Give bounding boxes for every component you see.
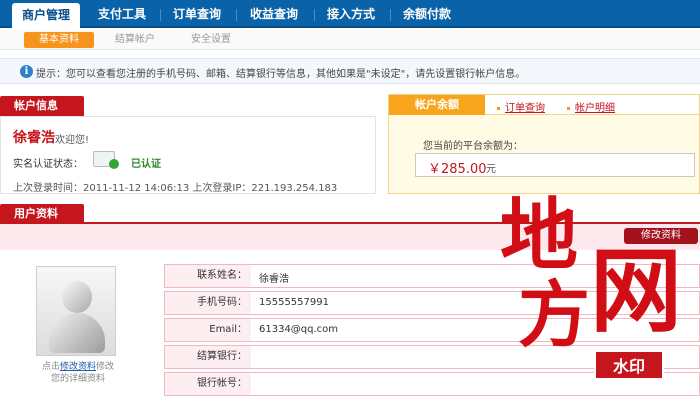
tab-merchant-management[interactable]: 商户管理 [12, 3, 80, 29]
user-name: 徐睿浩 [13, 130, 55, 146]
field-label: Email： [165, 319, 251, 341]
field-value: 15555557991 [259, 297, 329, 308]
field-label: 手机号码： [165, 292, 251, 314]
tab-order-query[interactable]: 订单查询 [162, 0, 232, 28]
avatar[interactable] [36, 266, 116, 356]
welcome-text: 欢迎您! [55, 135, 90, 146]
tip-text: 提示：您可以查看您注册的手机号码、邮箱、结算银行等信息，其他如果是"未设定"，请… [36, 69, 526, 80]
tab-access-method[interactable]: 接入方式 [316, 0, 386, 28]
field-value: 徐睿浩 [259, 274, 289, 285]
watermark-char-2: 网 [590, 237, 683, 345]
balance-label: 您当前的平台余额为： [423, 141, 523, 152]
nav-divider [160, 9, 161, 21]
user-profile-header: 用户资料 [0, 204, 84, 224]
tip-bar: i 提示：您可以查看您注册的手机号码、邮箱、结算银行等信息，其他如果是"未设定"… [0, 58, 700, 84]
nav-divider [390, 9, 391, 21]
subtab-settlement-account[interactable]: 结算帐户 [100, 32, 170, 48]
nav-divider [236, 9, 237, 21]
field-label: 银行帐号： [165, 373, 251, 395]
tab-income-query[interactable]: 收益查询 [238, 0, 310, 28]
last-login-info: 上次登录时间：2011-11-12 14:06:13 上次登录IP：221.19… [13, 183, 338, 194]
tab-balance-payment[interactable]: 余额付款 [392, 0, 462, 28]
account-info-panel: 徐睿浩 欢迎您! 实名认证状态： 已认证 上次登录时间：2011-11-12 1… [0, 116, 376, 194]
account-details-link[interactable]: 帐户明细 [567, 99, 615, 114]
avatar-caption: 点击修改资料修改 您的详细资料 [41, 362, 115, 384]
watermark-char-3: 方 [518, 272, 591, 357]
watermark-char-1: 地 [500, 190, 579, 281]
tab-account-balance[interactable]: 帐户余额 [389, 95, 485, 115]
order-query-link[interactable]: 订单查询 [497, 99, 545, 114]
balance-display: ￥285.00 元 [415, 153, 695, 177]
nav-divider [314, 9, 315, 21]
subtab-security-settings[interactable]: 安全设置 [176, 32, 246, 48]
field-label: 联系姓名： [165, 265, 251, 287]
account-info-header: 帐户信息 [0, 96, 84, 116]
field-value: 61334@qq.com [259, 324, 339, 335]
top-nav: 商户管理 支付工具 订单查询 收益查询 接入方式 余额付款 [0, 0, 700, 29]
sub-nav: 基本资料 结算帐户 安全设置 [0, 30, 700, 50]
tab-payment-tools[interactable]: 支付工具 [88, 0, 156, 28]
check-icon [109, 159, 119, 169]
id-card-icon [93, 151, 119, 169]
watermark-badge: 水印 [594, 350, 664, 380]
balance-panel: 帐户余额 订单查询 帐户明细 您当前的平台余额为： ￥285.00 元 [388, 94, 700, 194]
verify-label: 实名认证状态： [13, 159, 83, 170]
balance-tabs: 帐户余额 订单查询 帐户明细 [389, 95, 699, 115]
verify-status: 已认证 [131, 159, 161, 170]
info-icon: i [20, 65, 33, 78]
subtab-basic-info[interactable]: 基本资料 [24, 32, 94, 48]
edit-profile-link[interactable]: 修改资料 [60, 362, 96, 372]
avatar-body [49, 313, 105, 353]
balance-unit: 元 [486, 164, 496, 175]
balance-amount: ￥285.00 [428, 162, 487, 177]
field-label: 结算银行： [165, 346, 251, 368]
avatar-head [62, 281, 92, 313]
